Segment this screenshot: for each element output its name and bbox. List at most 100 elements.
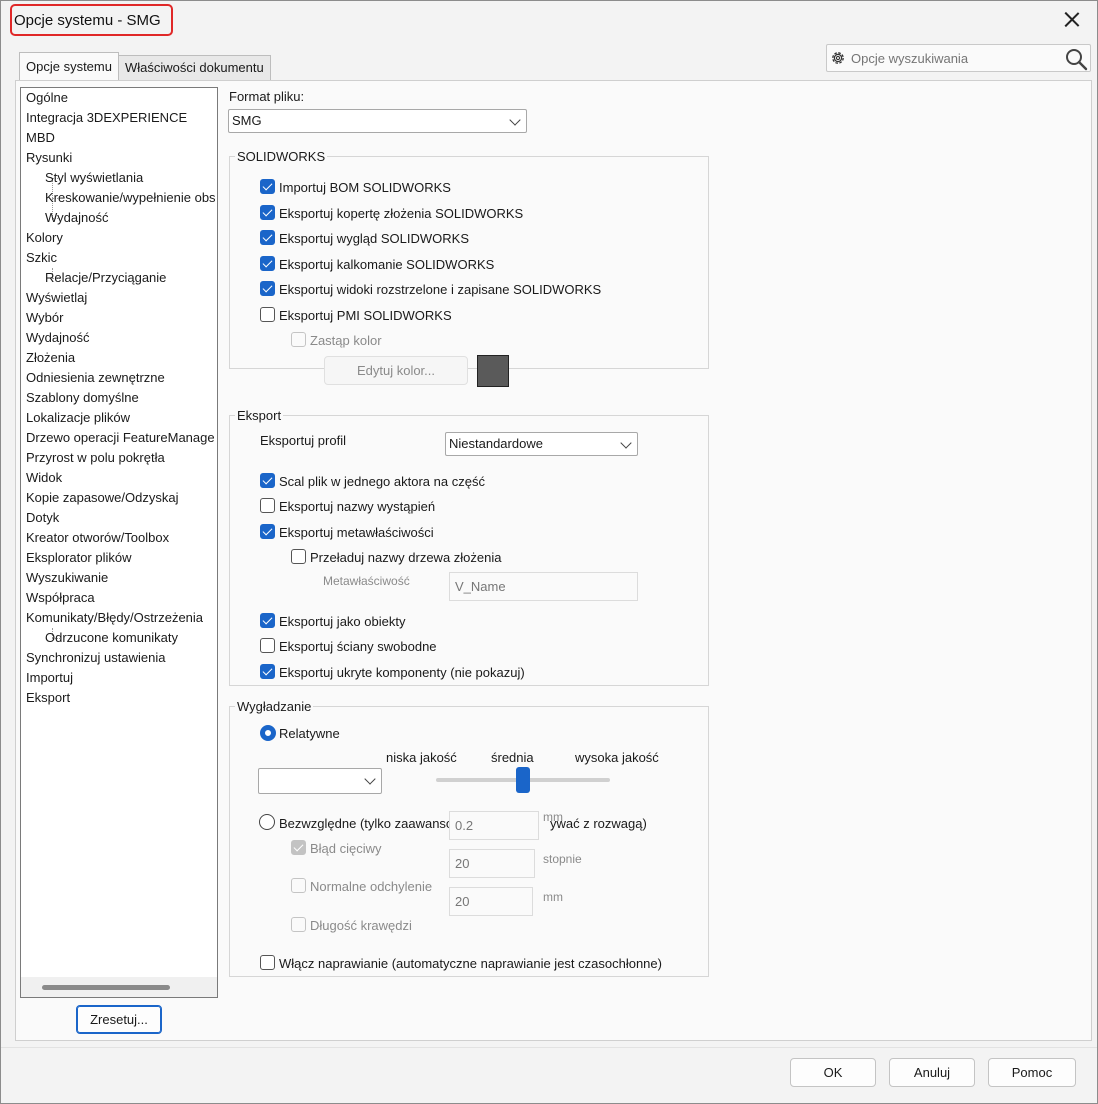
absolute-radio[interactable]	[259, 814, 275, 830]
format-value: SMG	[232, 113, 262, 128]
tree-item-spin-box[interactable]: Przyrost w polu pokrętła	[26, 448, 165, 468]
edge-length-field[interactable]: 20	[449, 887, 533, 916]
tree-item-collaboration[interactable]: Współpraca	[26, 588, 95, 608]
export-profile-label: Eksportuj profil	[260, 433, 346, 448]
options-dialog: Opcje systemu - SMG Opcje systemu Właści…	[0, 0, 1098, 1104]
edit-color-button[interactable]: Edytuj kolor...	[324, 356, 468, 385]
tree-item-dismissed-messages[interactable]: Odrzucone komunikaty	[45, 628, 178, 648]
tree-item-mbd[interactable]: MBD	[26, 128, 55, 148]
merge-actor-label: Scal plik w jednego aktora na część	[279, 474, 485, 489]
footer-divider	[1, 1047, 1097, 1048]
export-envelope-checkbox[interactable]	[260, 205, 275, 220]
format-select[interactable]: SMG	[228, 109, 527, 133]
tree-item-selection[interactable]: Wybór	[26, 308, 63, 328]
chord-error-field[interactable]: 0.2	[449, 811, 539, 840]
import-bom-checkbox[interactable]	[260, 179, 275, 194]
export-envelope-label: Eksportuj kopertę złożenia SOLIDWORKS	[279, 206, 524, 221]
merge-actor-checkbox[interactable]	[260, 473, 275, 488]
export-free-faces-checkbox[interactable]	[260, 638, 275, 653]
search-box[interactable]	[826, 44, 1091, 72]
search-icon[interactable]	[1064, 47, 1088, 71]
tree-item-sketch[interactable]: Szkic	[26, 248, 57, 268]
export-objects-checkbox[interactable]	[260, 613, 275, 628]
tree-item-drawing-performance[interactable]: Wydajność	[45, 208, 108, 228]
solidworks-group-title: SOLIDWORKS	[235, 149, 328, 164]
tab-document-properties[interactable]: Właściwości dokumentu	[117, 55, 271, 80]
tree-item-import[interactable]: Importuj	[26, 668, 73, 688]
tree-item-display-style[interactable]: Styl wyświetlania	[45, 168, 143, 188]
reload-names-checkbox[interactable]	[291, 549, 306, 564]
reset-button[interactable]: Zresetuj...	[76, 1005, 162, 1034]
tree-item-hole-wizard[interactable]: Kreator otworów/Toolbox	[26, 528, 169, 548]
tree-item-performance[interactable]: Wydajność	[26, 328, 89, 348]
export-instance-names-checkbox[interactable]	[260, 498, 275, 513]
edge-length-unit: mm	[543, 890, 563, 904]
chord-error-label: Błąd cięciwy	[310, 841, 382, 856]
export-pmi-checkbox[interactable]	[260, 307, 275, 322]
export-objects-label: Eksportuj jako obiekty	[279, 614, 406, 629]
cancel-button[interactable]: Anuluj	[889, 1058, 975, 1087]
tree-item-3dexperience[interactable]: Integracja 3DEXPERIENCE	[26, 108, 187, 128]
tree-item-file-locations[interactable]: Lokalizacje plików	[26, 408, 130, 428]
enable-repair-checkbox[interactable]	[260, 955, 275, 970]
tree-item-touch[interactable]: Dotyk	[26, 508, 59, 528]
export-appearance-label: Eksportuj wygląd SOLIDWORKS	[279, 231, 470, 246]
export-group-title: Eksport	[235, 408, 284, 423]
export-meta-checkbox[interactable]	[260, 524, 275, 539]
meta-property-field[interactable]: V_Name	[449, 572, 638, 601]
export-views-checkbox[interactable]	[260, 281, 275, 296]
tree-item-featuremanager[interactable]: Drzewo operacji FeatureManage	[26, 428, 215, 448]
tab-system-options[interactable]: Opcje systemu	[19, 52, 119, 80]
tree-item-default-templates[interactable]: Szablony domyślne	[26, 388, 139, 408]
chord-error-checkbox[interactable]	[291, 840, 306, 855]
quality-slider-thumb[interactable]	[516, 767, 530, 793]
color-swatch[interactable]	[477, 355, 509, 387]
absolute-label-tail: ywać z rozwagą)	[550, 816, 647, 831]
search-input[interactable]	[849, 48, 1059, 68]
meta-property-label: Metawłaściwość	[323, 574, 410, 588]
export-hidden-label: Eksportuj ukryte komponenty (nie pokazuj…	[279, 665, 525, 680]
tree-item-hatch[interactable]: Kreskowanie/wypełnienie obs	[45, 188, 216, 208]
relative-radio[interactable]	[260, 725, 276, 741]
tree-item-file-explorer[interactable]: Eksplorator plików	[26, 548, 132, 568]
reload-names-label: Przeładuj nazwy drzewa złożenia	[310, 550, 502, 565]
scrollbar-thumb[interactable]	[42, 985, 170, 990]
export-decals-checkbox[interactable]	[260, 256, 275, 271]
tree-item-backup[interactable]: Kopie zapasowe/Odzyskaj	[26, 488, 178, 508]
tree-item-display[interactable]: Wyświetlaj	[26, 288, 87, 308]
tree-item-colors[interactable]: Kolory	[26, 228, 63, 248]
title-bar: Opcje systemu - SMG	[1, 1, 1097, 39]
tree-item-relations[interactable]: Relacje/Przyciąganie	[45, 268, 166, 288]
relative-label: Relatywne	[279, 726, 340, 741]
smoothing-group-title: Wygładzanie	[235, 699, 314, 714]
export-decals-label: Eksportuj kalkomanie SOLIDWORKS	[279, 257, 495, 272]
tree-item-search[interactable]: Wyszukiwanie	[26, 568, 108, 588]
options-tree[interactable]: Ogólne Integracja 3DEXPERIENCE MBD Rysun…	[20, 87, 218, 998]
normal-deviation-checkbox[interactable]	[291, 878, 306, 893]
tree-item-sync-settings[interactable]: Synchronizuj ustawienia	[26, 648, 165, 668]
export-free-faces-label: Eksportuj ściany swobodne	[279, 639, 437, 654]
tree-item-drawings[interactable]: Rysunki	[26, 148, 72, 168]
chevron-down-icon	[620, 437, 632, 449]
high-quality-label: wysoka jakość	[575, 750, 659, 765]
edge-length-checkbox[interactable]	[291, 917, 306, 932]
export-appearance-checkbox[interactable]	[260, 230, 275, 245]
export-profile-value: Niestandardowe	[449, 436, 543, 451]
tree-item-general[interactable]: Ogólne	[26, 88, 68, 108]
normal-deviation-field[interactable]: 20	[449, 849, 535, 878]
close-icon[interactable]	[1059, 7, 1085, 33]
help-button[interactable]: Pomoc	[988, 1058, 1076, 1087]
tree-item-external-refs[interactable]: Odniesienia zewnętrzne	[26, 368, 165, 388]
tree-horizontal-scrollbar[interactable]	[21, 977, 217, 997]
ok-button[interactable]: OK	[790, 1058, 876, 1087]
tree-item-view[interactable]: Widok	[26, 468, 62, 488]
override-color-checkbox[interactable]	[291, 332, 306, 347]
quality-select[interactable]	[258, 768, 382, 794]
export-hidden-checkbox[interactable]	[260, 664, 275, 679]
format-label: Format pliku:	[229, 89, 305, 104]
export-pmi-label: Eksportuj PMI SOLIDWORKS	[279, 308, 452, 323]
export-profile-select[interactable]: Niestandardowe	[445, 432, 638, 456]
tree-item-messages[interactable]: Komunikaty/Błędy/Ostrzeżenia	[26, 608, 203, 628]
tree-item-assemblies[interactable]: Złożenia	[26, 348, 75, 368]
tree-item-export[interactable]: Eksport	[26, 688, 70, 708]
